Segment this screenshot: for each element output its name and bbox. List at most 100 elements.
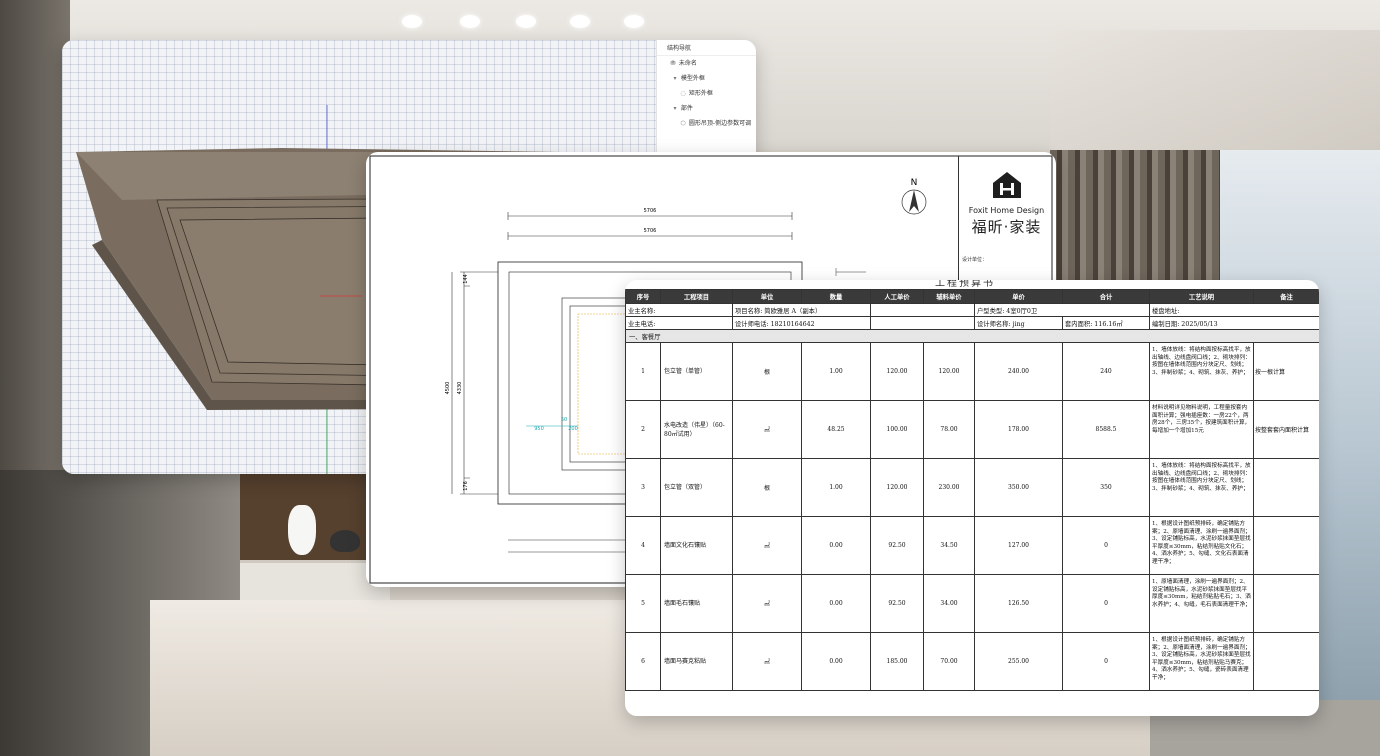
table-row[interactable]: 4 墙面文化石镶贴 ㎡ 0.00 92.50 34.50 127.00 0 1、… (625, 516, 1319, 575)
cell-price: 255.00 (974, 632, 1063, 691)
dim-left-top: 144 (463, 274, 469, 284)
table-row[interactable]: 2 水电改造（伟星）（60-80㎡试用） ㎡ 48.25 100.00 78.0… (625, 400, 1319, 459)
dim-cyan-3: 50 (561, 417, 567, 423)
cell-total: 8588.5 (1062, 400, 1150, 459)
house-logo-icon (992, 172, 1021, 198)
teapot (330, 530, 360, 552)
nav-item-label: 模型外框 (680, 75, 705, 82)
col-unit: 单位 (732, 289, 802, 304)
cell-qty[interactable]: 0.00 (801, 574, 871, 633)
owner-phone: 业主电话: (625, 316, 733, 330)
cell-remark (1253, 632, 1319, 691)
table-row[interactable]: 3 包立管（双管） 根 1.00 120.00 230.00 350.00 35… (625, 458, 1319, 517)
cell-price: 350.00 (974, 458, 1063, 517)
col-unit-price: 单价 (974, 289, 1063, 304)
cell-price: 127.00 (974, 516, 1063, 575)
cell-no: 1 (625, 342, 661, 401)
cell-total: 350 (1062, 458, 1150, 517)
chevron-down-icon: ▾ (673, 75, 677, 82)
title-block: Foxit Home Design 福昕·家装 (958, 156, 1054, 286)
table-row[interactable]: 6 墙面马赛克粘贴 ㎡ 0.00 185.00 70.00 255.00 0 1… (625, 632, 1319, 691)
inner-area: 套内面积: 116.16㎡ (1062, 316, 1150, 330)
cell-process: 1、根据设计图纸预排砖，确定铺贴方案；2、原墙面清理、涂刷一遍界面剂；3、设定铺… (1149, 516, 1254, 575)
dim-top-2: 5706 (644, 228, 657, 234)
cell-unit: ㎡ (732, 632, 802, 691)
cell-remark: 按整套套内面积计算 (1253, 400, 1319, 459)
cell-labor: 92.50 (870, 574, 924, 633)
table-row[interactable]: 1 包立管（单管） 根 1.00 120.00 120.00 240.00 24… (625, 342, 1319, 401)
cell-remark (1253, 458, 1319, 517)
dim-left-bottom: 176 (463, 481, 469, 491)
nav-item-round-ceiling[interactable]: ⬡ 圆形吊顶-侧边参数可调 (657, 116, 756, 131)
vase (288, 505, 316, 555)
col-total: 合计 (1062, 289, 1150, 304)
info-row-1: 业主名称: 项目名称: 简欧雅居 A（副本） 户型类型: 4室0厅0卫 楼盘地址… (625, 303, 1319, 317)
cell-unit: ㎡ (732, 574, 802, 633)
quotation-panel: 工程预算书 业主名称: 项目名称: 简欧雅居 A（副本） 户型类型: 4室0厅0… (625, 280, 1319, 716)
section-title: 一、客餐厅 (625, 329, 1319, 343)
cell-total: 240 (1062, 342, 1150, 401)
nav-item-rect-frame[interactable]: ◌ 矩形外框 (657, 86, 756, 101)
designer-phone: 设计师电话: 18210164642 (732, 316, 871, 330)
nav-item-model-frame[interactable]: ▾ 模型外框 (657, 71, 756, 86)
ceiling-spotlight (460, 15, 480, 28)
project-name: 项目名称: 简欧雅居 A（副本） (732, 303, 871, 317)
cell-name: 墙面文化石镶贴 (660, 516, 733, 575)
house-type: 户型类型: 4室0厅0卫 (974, 303, 1150, 317)
cell-aux: 230.00 (923, 458, 975, 517)
cell-qty[interactable]: 48.25 (801, 400, 871, 459)
cell-total: 0 (1062, 632, 1150, 691)
cell-price: 126.50 (974, 574, 1063, 633)
nav-item-label: 矩形外框 (688, 90, 713, 97)
cell-qty[interactable]: 0.00 (801, 632, 871, 691)
dim-cyan-1: 950 (534, 426, 544, 432)
frame-icon: ◌ (680, 90, 686, 97)
nav-item-unnamed[interactable]: ⛃ 未命名 (657, 56, 756, 71)
col-process: 工艺说明 (1149, 289, 1254, 304)
cell-unit: ㎡ (732, 516, 802, 575)
cell-total: 0 (1062, 516, 1150, 575)
nav-item-parts[interactable]: ▾ 部件 (657, 101, 756, 116)
cell-remark (1253, 516, 1319, 575)
cube-icon: ⬡ (680, 120, 686, 127)
compile-date: 编制日期: 2025/05/13 (1149, 316, 1319, 330)
col-remark: 备注 (1253, 289, 1319, 304)
cell-process: 1、根据设计图纸预排砖，确定铺贴方案；2、原墙面清理，涂刷一遍界面剂；3、设定铺… (1149, 632, 1254, 691)
col-qty: 数量 (801, 289, 871, 304)
design-unit-label: 设计单位： (962, 257, 988, 263)
property-address: 楼盘地址: (1149, 303, 1319, 317)
owner-name: 业主名称: (625, 303, 733, 317)
col-no: 序号 (625, 289, 661, 304)
cell-unit: 根 (732, 342, 802, 401)
brand-name-en: Foxit Home Design (968, 206, 1045, 215)
designer-name: 设计师名称: jing (974, 316, 1063, 330)
table-header: 序号 工程项目 单位 数量 人工单价 辅料单价 单价 合计 工艺说明 备注 (625, 289, 1319, 304)
col-item: 工程项目 (660, 289, 733, 304)
cell-no: 3 (625, 458, 661, 517)
cell-name: 水电改造（伟星）（60-80㎡试用） (660, 400, 733, 459)
cell-no: 6 (625, 632, 661, 691)
cell-labor: 92.50 (870, 516, 924, 575)
col-labor-price: 人工单价 (870, 289, 924, 304)
cell-qty[interactable]: 1.00 (801, 342, 871, 401)
ceiling-spotlight (624, 15, 644, 28)
cell-remark (1253, 574, 1319, 633)
col-aux-price: 辅料单价 (923, 289, 975, 304)
cell-labor: 120.00 (870, 458, 924, 517)
cell-process: 1、原墙面清理，涂刷一遍界面剂；2、设定铺贴标高，水泥砂浆抹面垫层找平厚度≤30… (1149, 574, 1254, 633)
nav-item-label: 未命名 (678, 60, 697, 67)
nav-item-label: 部件 (680, 105, 693, 112)
cell-qty[interactable]: 0.00 (801, 516, 871, 575)
nav-title: 结构导航 (657, 42, 756, 56)
table-row[interactable]: 5 墙面毛石镶贴 ㎡ 0.00 92.50 34.00 126.50 0 1、原… (625, 574, 1319, 633)
cell-aux: 70.00 (923, 632, 975, 691)
quotation-table: 业主名称: 项目名称: 简欧雅居 A（副本） 户型类型: 4室0厅0卫 楼盘地址… (625, 289, 1319, 691)
ceiling-spotlight (570, 15, 590, 28)
cell-remark: 按一根计算 (1253, 342, 1319, 401)
cell-labor: 120.00 (870, 342, 924, 401)
cell-qty[interactable]: 1.00 (801, 458, 871, 517)
cell-total: 0 (1062, 574, 1150, 633)
cell-no: 5 (625, 574, 661, 633)
cell-labor: 185.00 (870, 632, 924, 691)
cell-aux: 78.00 (923, 400, 975, 459)
